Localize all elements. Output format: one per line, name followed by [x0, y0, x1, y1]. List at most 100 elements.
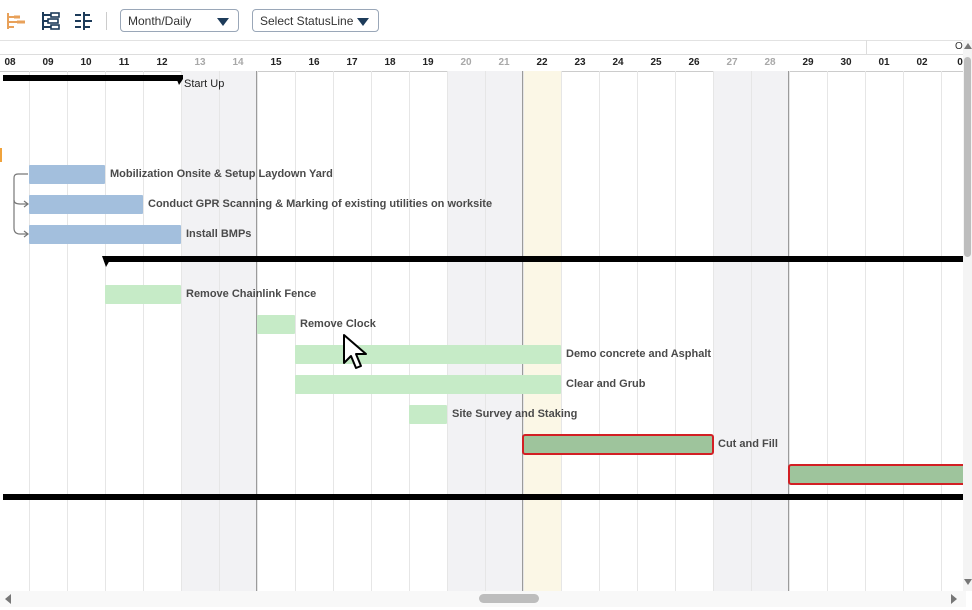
day-header-cell: 27	[726, 57, 738, 68]
task-bar-bmps[interactable]	[29, 225, 181, 244]
day-header-cell: 22	[536, 57, 548, 68]
day-header-cell: 12	[156, 57, 168, 68]
gantt-toolbar: Month/Daily Select StatusLine	[0, 0, 972, 41]
weekend-column	[751, 71, 789, 591]
summary-bar-project[interactable]	[3, 494, 963, 500]
day-header-cell: 01	[878, 57, 890, 68]
day-header-cell: 11	[118, 57, 130, 68]
day-column	[865, 71, 903, 591]
toolbar-separator	[106, 12, 107, 30]
horizontal-scroll-thumb[interactable]	[479, 594, 539, 603]
day-header-cell: 19	[422, 57, 434, 68]
task-label-chainlink: Remove Chainlink Fence	[186, 288, 317, 300]
day-header-cell: 18	[384, 57, 396, 68]
scroll-up-icon[interactable]	[964, 42, 972, 50]
weekend-column	[447, 71, 485, 591]
day-column	[143, 71, 181, 591]
task-bar-next[interactable]	[788, 464, 968, 485]
day-header-cell: 10	[80, 57, 92, 68]
day-column	[561, 71, 599, 591]
task-bar-mobilization[interactable]	[29, 165, 105, 184]
critical-path-icon[interactable]	[5, 9, 29, 33]
day-header-cell: 20	[460, 57, 472, 68]
status-line-value: Select StatusLine	[260, 14, 354, 28]
horizontal-scrollbar[interactable]	[0, 591, 966, 607]
row-marker	[0, 148, 2, 162]
day-header-cell: 21	[498, 57, 510, 68]
day-column	[903, 71, 941, 591]
task-bar-chainlink[interactable]	[105, 285, 181, 304]
summary-end-marker	[175, 75, 183, 85]
task-label-clear: Clear and Grub	[566, 378, 646, 390]
day-column	[105, 71, 143, 591]
task-bar-clock[interactable]	[257, 315, 295, 334]
scroll-left-icon[interactable]	[4, 594, 12, 604]
day-header-cell: 02	[916, 57, 928, 68]
day-header-cell: 28	[764, 57, 776, 68]
task-label-clock: Remove Clock	[300, 318, 376, 330]
chevron-down-icon	[357, 18, 369, 26]
scroll-down-icon[interactable]	[964, 578, 972, 586]
task-bar-cut-fill[interactable]	[522, 434, 714, 455]
weekend-column	[485, 71, 523, 591]
day-header-cell: 09	[42, 57, 54, 68]
weekend-column	[219, 71, 257, 591]
view-mode-value: Month/Daily	[128, 14, 192, 28]
day-column	[67, 71, 105, 591]
day-column	[637, 71, 675, 591]
task-label-mobilization: Mobilization Onsite & Setup Laydown Yard	[110, 168, 333, 180]
task-label-survey: Site Survey and Staking	[452, 408, 578, 420]
gantt-chart-area	[0, 71, 966, 591]
day-column	[0, 71, 29, 591]
view-mode-dropdown[interactable]: Month/Daily	[120, 9, 239, 32]
day-column	[371, 71, 409, 591]
timeline-month-header: O	[0, 40, 972, 54]
day-header-cell: 29	[802, 57, 814, 68]
outdent-icon[interactable]	[72, 9, 96, 33]
day-column	[333, 71, 371, 591]
indent-icon[interactable]	[40, 9, 64, 33]
task-bar-survey[interactable]	[409, 405, 447, 424]
day-header-cell: 08	[4, 57, 16, 68]
task-bar-demo[interactable]	[295, 345, 561, 364]
summary-bar-site-work[interactable]	[104, 256, 964, 262]
day-column	[599, 71, 637, 591]
day-header-cell: 13	[194, 57, 206, 68]
day-header-cell: 15	[270, 57, 282, 68]
corner-label: O	[955, 41, 963, 52]
day-column	[789, 71, 827, 591]
task-label-cut-fill: Cut and Fill	[718, 438, 778, 450]
day-header-cell: 23	[574, 57, 586, 68]
day-header-cell: 16	[308, 57, 320, 68]
today-column	[523, 71, 561, 591]
timeline-day-header: 08 09 10 11 12 13 14 15 16 17 18 19 20 21 22 23 24 25 26 27…	[0, 54, 966, 72]
vertical-scroll-thumb[interactable]	[964, 57, 971, 257]
task-label-start-up: Start Up	[184, 78, 225, 90]
day-header-cell: 14	[232, 57, 244, 68]
day-header-cell: 26	[688, 57, 700, 68]
day-column	[827, 71, 865, 591]
day-column	[409, 71, 447, 591]
status-line-dropdown[interactable]: Select StatusLine	[252, 9, 379, 32]
day-column	[295, 71, 333, 591]
weekend-column	[181, 71, 219, 591]
header-divider	[866, 40, 867, 54]
day-column	[29, 71, 67, 591]
vertical-scrollbar[interactable]	[963, 40, 972, 591]
task-bar-gpr[interactable]	[29, 195, 143, 214]
mouse-cursor-icon	[343, 334, 367, 369]
weekend-column	[713, 71, 751, 591]
task-label-demo: Demo concrete and Asphalt	[566, 348, 712, 360]
day-header-cell: 25	[650, 57, 662, 68]
day-header-cell: 30	[840, 57, 852, 68]
day-column	[675, 71, 713, 591]
task-bar-clear[interactable]	[295, 375, 561, 394]
day-header-cell: 17	[346, 57, 358, 68]
chevron-down-icon	[217, 18, 229, 26]
day-header-cell: 24	[612, 57, 624, 68]
summary-bar-start-up[interactable]	[3, 75, 181, 81]
task-label-bmps: Install BMPs	[186, 228, 252, 240]
scroll-right-icon[interactable]	[950, 594, 958, 604]
summary-start-marker	[102, 256, 110, 267]
task-label-gpr: Conduct GPR Scanning & Marking of existi…	[148, 198, 493, 210]
